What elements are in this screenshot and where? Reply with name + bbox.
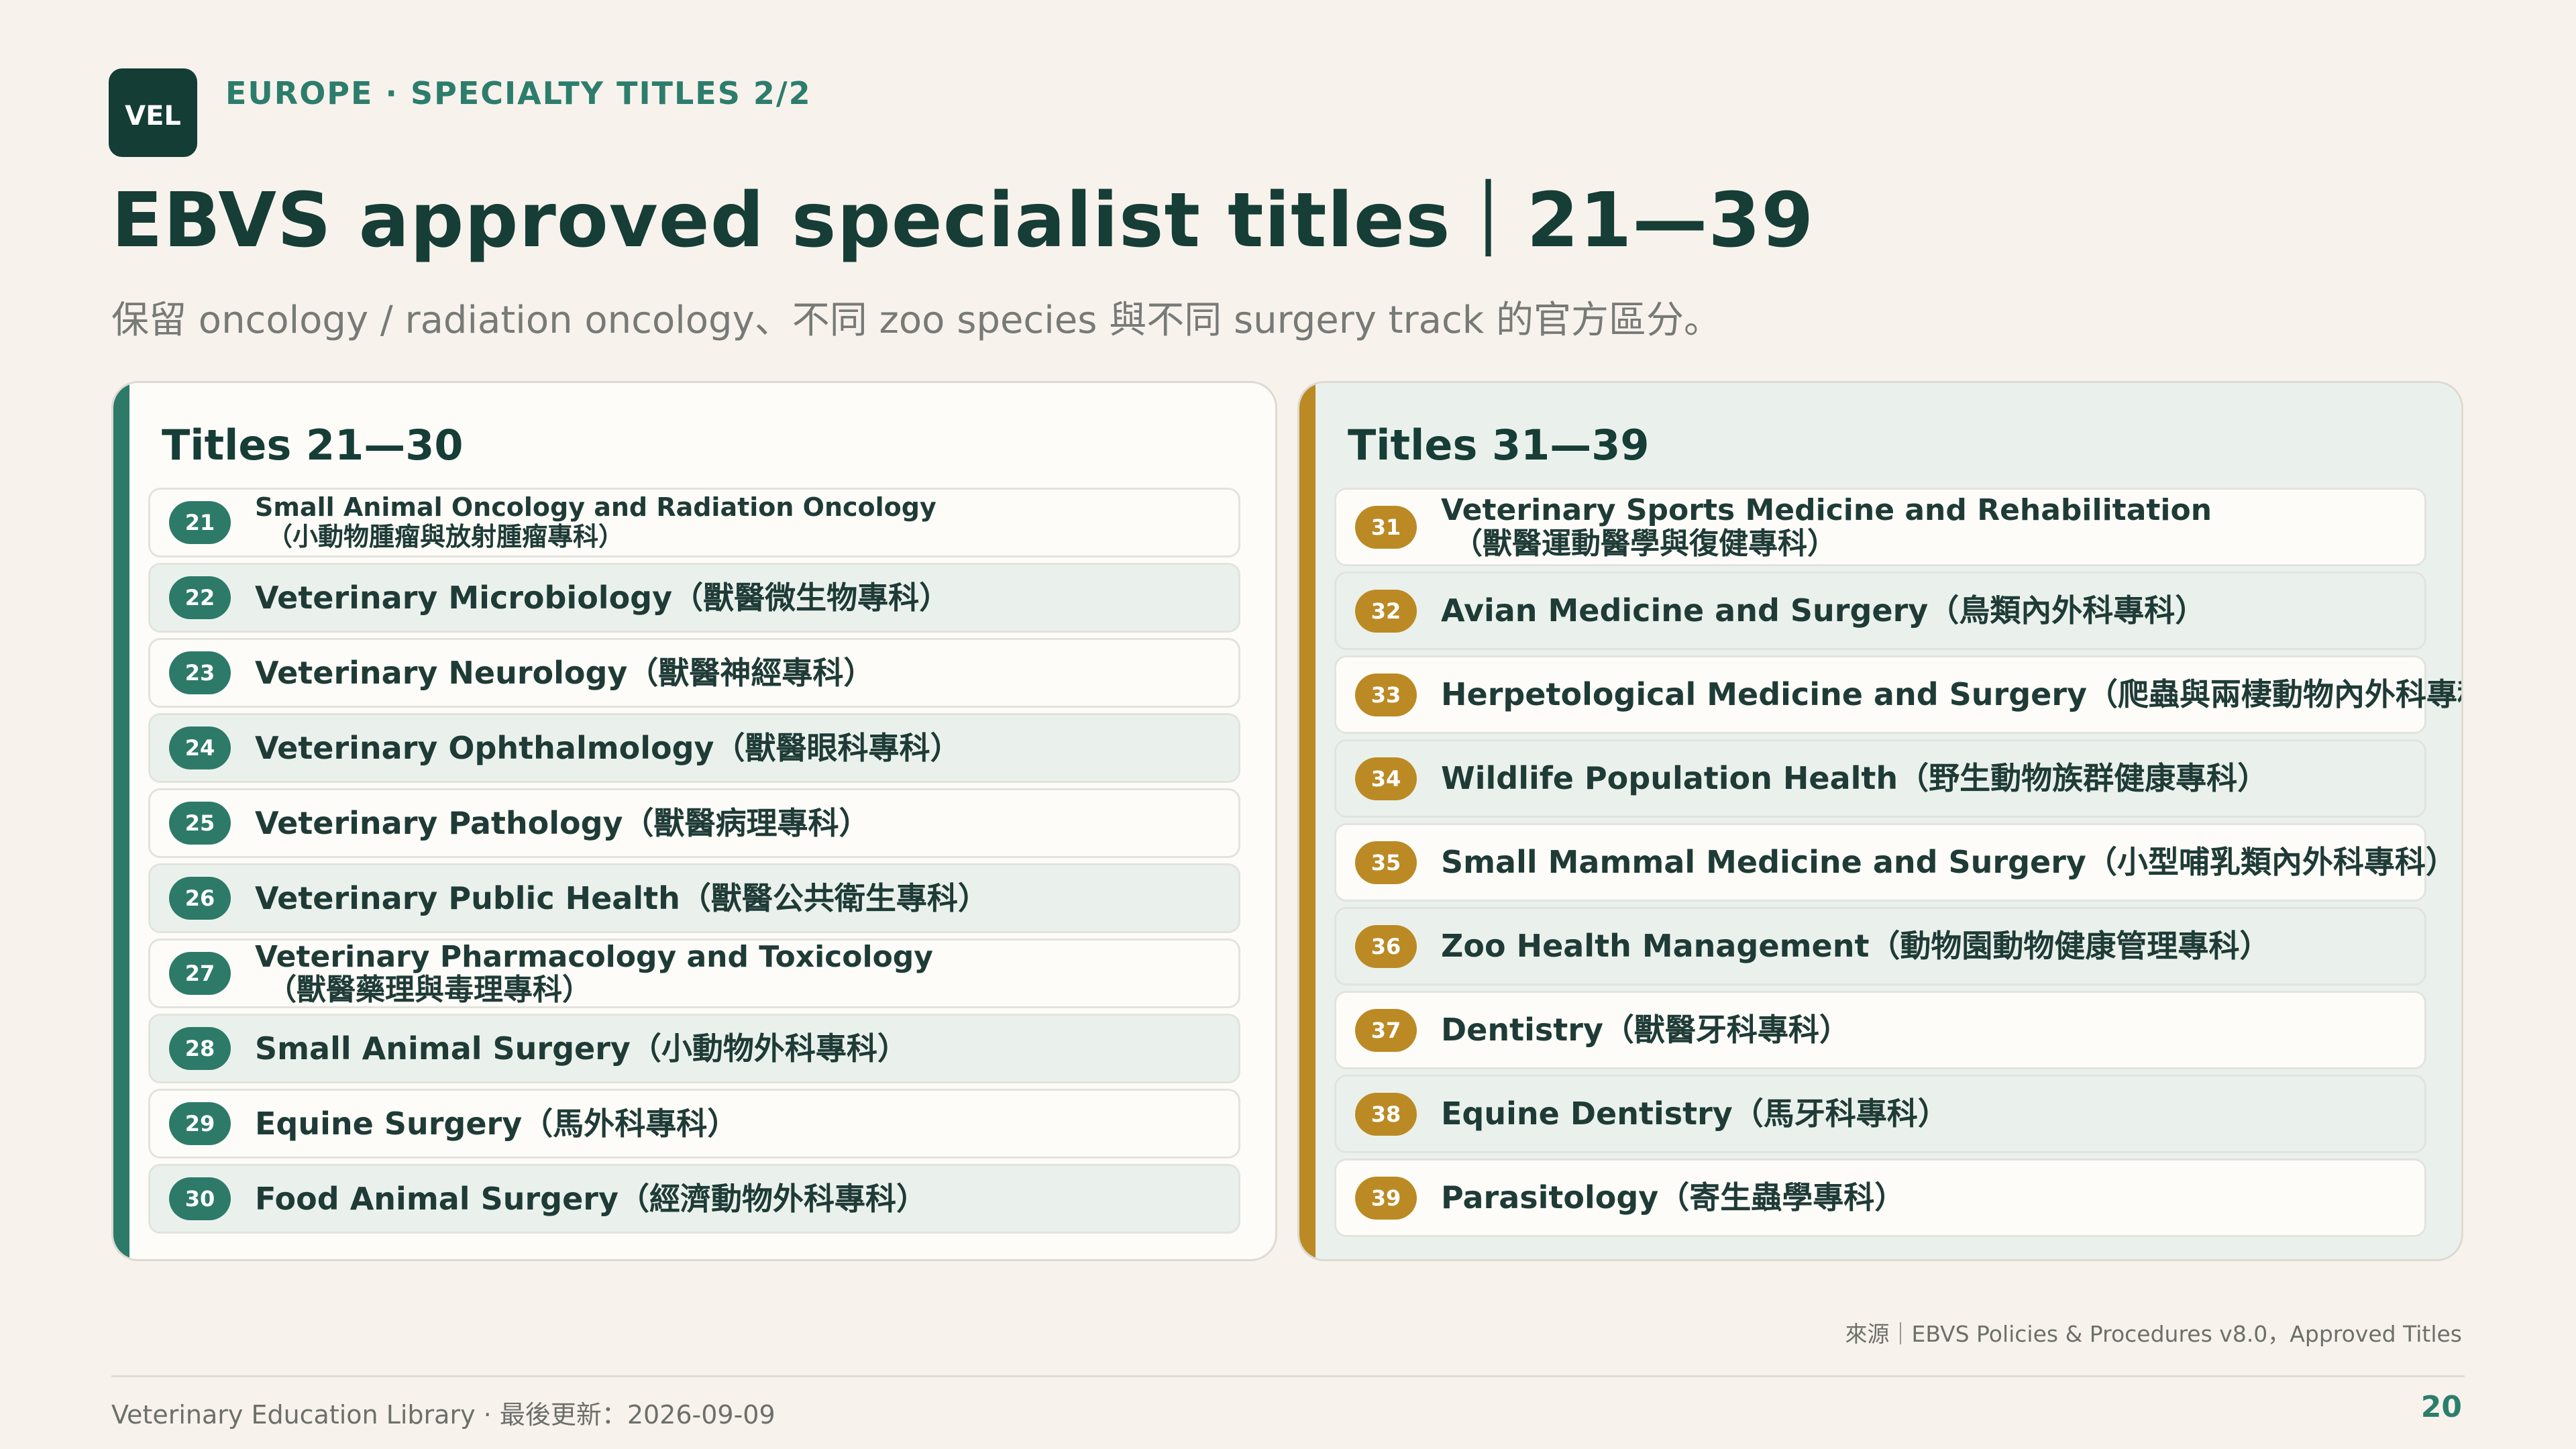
page-number: 20 (2420, 1390, 2462, 1424)
title-label-line1: Equine Surgery（馬外科專科） (255, 1105, 739, 1142)
title-row: 38 Equine Dentistry（馬牙科專科） (1334, 1075, 2426, 1153)
title-row: 36 Zoo Health Management（動物園動物健康管理專科） (1334, 907, 2426, 985)
title-label-line2: （獸醫藥理與毒理專科） (267, 973, 592, 1007)
title-label: Veterinary Ophthalmology（獸醫眼科專科） (255, 729, 961, 766)
title-row: 29 Equine Surgery（馬外科專科） (148, 1089, 1240, 1159)
title-label-line2: （小動物腫瘤與放射腫瘤專科） (267, 522, 625, 551)
title-label: Equine Surgery（馬外科專科） (255, 1106, 738, 1142)
title-number-badge: 24 (169, 727, 231, 769)
title-number-badge: 28 (169, 1027, 231, 1070)
title-label: Parasitology（寄生蟲學專科） (1441, 1180, 1905, 1216)
title-label-line1: Veterinary Public Health（獸醫公共衛生專科） (255, 879, 989, 916)
title-label-line2: （獸醫運動醫學與復健專科） (1453, 526, 1837, 561)
title-label-line1: Wildlife Population Health（野生動物族群健康專科） (1441, 760, 2269, 797)
title-number-badge: 36 (1355, 924, 1417, 968)
title-label-line1: Avian Medicine and Surgery（鳥類內外科專科） (1441, 592, 2206, 629)
title-label-line1: Veterinary Ophthalmology（獸醫眼科專科） (255, 729, 961, 766)
title-label-line1: Veterinary Neurology（獸醫神經專科） (255, 654, 875, 691)
title-label-line1: Zoo Health Management（動物園動物健康管理專科） (1441, 928, 2271, 965)
title-number-badge: 21 (169, 501, 231, 544)
title-row: 34 Wildlife Population Health（野生動物族群健康專科） (1334, 739, 2426, 818)
page-title: EBVS approved specialist titles｜21—39 (111, 177, 1815, 264)
title-label: Wildlife Population Health（野生動物族群健康專科） (1441, 761, 2268, 796)
title-number-badge: 23 (169, 651, 231, 694)
title-label: Herpetological Medicine and Surgery（爬蟲與兩… (1441, 676, 2463, 713)
title-row: 28 Small Animal Surgery（小動物外科專科） (148, 1014, 1240, 1083)
title-row: 22 Veterinary Microbiology（獸醫微生物專科） (148, 563, 1240, 633)
title-label: Avian Medicine and Surgery（鳥類內外科專科） (1441, 593, 2206, 629)
title-row: 37 Dentistry（獸醫牙科專科） (1334, 991, 2426, 1069)
title-number-badge: 30 (169, 1177, 231, 1220)
title-label: Veterinary Sports Medicine and Rehabilit… (1441, 494, 2212, 560)
title-label-line1: Parasitology（寄生蟲學專科） (1441, 1179, 1906, 1216)
title-row: 24 Veterinary Ophthalmology（獸醫眼科專科） (148, 713, 1240, 783)
eyebrow-label: EUROPE · SPECIALTY TITLES 2/2 (225, 75, 812, 111)
title-row: 26 Veterinary Public Health（獸醫公共衛生專科） (148, 863, 1240, 933)
source-note: 來源｜EBVS Policies & Procedures v8.0，Appro… (1845, 1321, 2462, 1347)
title-row: 27 Veterinary Pharmacology and Toxicology… (148, 938, 1240, 1008)
title-list: 31 Veterinary Sports Medicine and Rehabil… (1334, 488, 2461, 1237)
title-label: Veterinary Public Health（獸醫公共衛生專科） (255, 879, 989, 916)
title-list: 21 Small Animal Oncology and Radiation On… (148, 488, 1240, 1234)
title-label: Zoo Health Management（動物園動物健康管理專科） (1441, 928, 2270, 964)
titles-31-39-panel: Titles 31—39 31 Veterinary Sports Medicin… (1297, 381, 2463, 1261)
title-number-badge: 27 (169, 952, 231, 995)
title-number-badge: 32 (1355, 589, 1417, 633)
title-label: Food Animal Surgery（經濟動物外科專科） (255, 1181, 927, 1217)
title-number-badge: 34 (1355, 757, 1417, 800)
title-row: 35 Small Mammal Medicine and Surgery（小型哺乳… (1334, 823, 2457, 902)
footer-divider (111, 1375, 2465, 1377)
title-number-badge: 26 (169, 877, 231, 920)
logo-text: VEL (125, 101, 181, 131)
title-row: 39 Parasitology（寄生蟲學專科） (1334, 1159, 2426, 1237)
title-row: 23 Veterinary Neurology（獸醫神經專科） (148, 638, 1240, 708)
title-row: 21 Small Animal Oncology and Radiation On… (148, 488, 1240, 557)
title-number-badge: 29 (169, 1102, 231, 1145)
title-number-badge: 25 (169, 802, 231, 845)
title-row: 32 Avian Medicine and Surgery（鳥類內外科專科） (1334, 572, 2426, 650)
title-row: 25 Veterinary Pathology（獸醫病理專科） (148, 788, 1240, 858)
title-label-line1: Veterinary Sports Medicine and Rehabilit… (1441, 493, 2212, 528)
panel-title: Titles 31—39 (1348, 421, 1650, 470)
title-number-badge: 31 (1355, 505, 1417, 549)
title-number-badge: 38 (1355, 1092, 1417, 1136)
title-label-line1: Veterinary Pharmacology and Toxicology (255, 939, 933, 974)
title-number-badge: 33 (1355, 673, 1417, 716)
title-row: 31 Veterinary Sports Medicine and Rehabil… (1334, 488, 2426, 566)
title-label-line1: Small Mammal Medicine and Surgery（小型哺乳類內… (1441, 844, 2457, 881)
title-number-badge: 39 (1355, 1176, 1417, 1220)
title-label: Small Mammal Medicine and Surgery（小型哺乳類內… (1441, 845, 2457, 880)
title-label-line1: Dentistry（獸醫牙科專科） (1441, 1012, 1850, 1049)
title-number-badge: 22 (169, 576, 231, 619)
titles-21-30-panel: Titles 21—30 21 Small Animal Oncology and… (111, 381, 1277, 1261)
title-number-badge: 37 (1355, 1008, 1417, 1052)
vel-logo: VEL (109, 68, 197, 157)
title-label-line1: Food Animal Surgery（經濟動物外科專科） (255, 1180, 927, 1217)
title-label-line1: Small Animal Surgery（小動物外科專科） (255, 1030, 908, 1067)
title-label-line1: Small Animal Oncology and Radiation Onco… (255, 492, 936, 523)
title-row: 30 Food Animal Surgery（經濟動物外科專科） (148, 1164, 1240, 1234)
panel-title: Titles 21—30 (162, 421, 464, 470)
panel-accent-bar (113, 383, 129, 1259)
title-label: Small Animal Oncology and Radiation Onco… (255, 493, 936, 551)
page-subtitle: 保留 oncology / radiation oncology、不同 zoo … (111, 299, 1721, 342)
panel-accent-bar (1299, 383, 1316, 1259)
title-label: Equine Dentistry（馬牙科專科） (1441, 1096, 1949, 1132)
title-label: Small Animal Surgery（小動物外科專科） (255, 1030, 908, 1067)
title-label: Veterinary Pharmacology and Toxicology （獸… (255, 939, 933, 1007)
title-label: Veterinary Microbiology（獸醫微生物專科） (255, 580, 950, 616)
title-label: Veterinary Pathology（獸醫病理專科） (255, 804, 870, 841)
title-label-line1: Equine Dentistry（馬牙科專科） (1441, 1095, 1949, 1132)
title-label-line1: Veterinary Microbiology（獸醫微生物專科） (255, 579, 951, 616)
title-label: Dentistry（獸醫牙科專科） (1441, 1012, 1850, 1048)
title-label-line1: Herpetological Medicine and Surgery（爬蟲與兩… (1441, 676, 2463, 713)
title-label-line1: Veterinary Pathology（獸醫病理專科） (255, 804, 870, 841)
title-number-badge: 35 (1355, 841, 1417, 884)
footer-text: Veterinary Education Library · 最後更新：2026… (111, 1400, 775, 1430)
title-label: Veterinary Neurology（獸醫神經專科） (255, 655, 874, 691)
title-row: 33 Herpetological Medicine and Surgery（爬蟲… (1334, 655, 2461, 734)
